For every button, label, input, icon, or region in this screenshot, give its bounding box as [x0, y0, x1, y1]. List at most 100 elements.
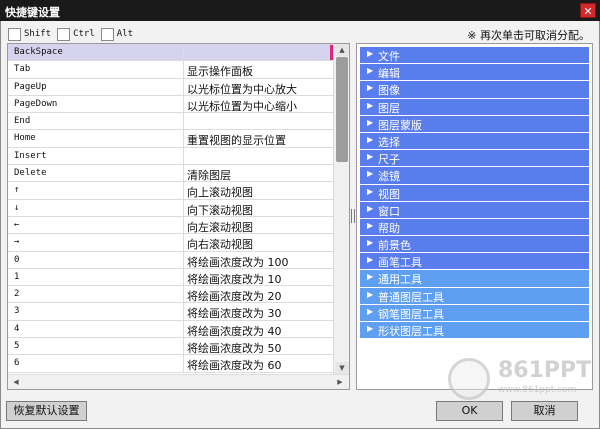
table-row[interactable]: BackSpace [8, 44, 334, 62]
shortcut-action: 将绘画浓度改为 50 [187, 342, 282, 356]
table-row[interactable]: 2 将绘画浓度改为 20 [8, 286, 334, 304]
cancel-button[interactable]: 取消 [511, 401, 578, 421]
shortcut-action: 将绘画浓度改为 10 [187, 272, 282, 286]
ctrl-checkbox[interactable] [57, 27, 71, 41]
table-row[interactable]: 1 将绘画浓度改为 10 [8, 268, 334, 287]
command-group-label: 画笔工具 [378, 256, 422, 270]
table-row[interactable]: ↑ 向上滚动视图 [8, 182, 334, 200]
command-group-item[interactable]: ▶ 钢笔图层工具 [360, 304, 589, 321]
watermark-logo-icon [448, 358, 490, 400]
command-group-item[interactable]: ▶ 图层蒙版 [360, 115, 589, 132]
shortcut-key: Tab [14, 64, 31, 75]
modifier-checkboxes: Shift Ctrl Alt [8, 27, 139, 41]
unassign-hint: ※ 再次单击可取消分配。 [467, 29, 590, 42]
command-group-item[interactable]: ▶ 形状图层工具 [360, 322, 589, 339]
horizontal-scrollbar[interactable]: ◀ ▶ [8, 374, 349, 389]
column-divider [183, 251, 184, 268]
table-row[interactable]: PageDown 以光标位置为中心缩小 [8, 95, 334, 114]
command-group-item[interactable]: ▶ 视图 [360, 184, 589, 201]
command-group-item[interactable]: ▶ 帮助 [360, 218, 589, 236]
expand-arrow-icon: ▶ [367, 306, 374, 316]
command-group-item[interactable]: ▶ 前景色 [360, 236, 589, 253]
shortcut-table: BackSpace Tab 显示操作面板 PageUp 以光标位置为中心放大 PageDo… [7, 43, 350, 390]
watermark-url: www.861ppt.com [498, 385, 577, 395]
command-group-item[interactable]: ▶ 图像 [360, 81, 589, 98]
shortcut-key: Home [14, 133, 36, 144]
expand-arrow-icon: ▶ [367, 49, 374, 58]
shortcut-key: 3 [14, 306, 20, 317]
scroll-right-icon[interactable]: ▶ [333, 376, 347, 388]
shortcut-action: 向上滚动视图 [187, 186, 253, 200]
reset-defaults-button[interactable]: 恢复默认设置 [6, 401, 87, 421]
shortcut-action: 清除图层 [187, 169, 231, 183]
command-group-item[interactable]: ▶ 文件 [360, 47, 589, 64]
table-row[interactable]: PageUp 以光标位置为中心放大 [8, 78, 334, 96]
shortcut-key: 1 [14, 271, 20, 282]
table-row[interactable]: Delete 清除图层 [8, 165, 334, 183]
command-group-label: 文件 [378, 50, 400, 63]
command-group-item[interactable]: ▶ 图层 [360, 98, 589, 115]
column-divider [183, 355, 184, 372]
column-divider [183, 147, 184, 165]
panel-splitter[interactable] [351, 209, 355, 223]
column-divider [183, 320, 184, 338]
expand-arrow-icon: ▶ [367, 134, 374, 144]
column-divider [183, 268, 184, 286]
command-group-item[interactable]: ▶ 窗口 [360, 201, 589, 218]
expand-arrow-icon: ▶ [367, 66, 374, 76]
column-divider [183, 234, 184, 251]
shortcut-action: 将绘画浓度改为 40 [187, 324, 282, 338]
command-group-label: 视图 [378, 187, 400, 201]
table-row[interactable]: End [8, 113, 334, 131]
table-row[interactable]: 3 将绘画浓度改为 30 [8, 303, 334, 321]
command-group-label: 钢笔图层工具 [378, 307, 444, 321]
shortcut-action: 将绘画浓度改为 100 [187, 255, 289, 269]
table-row[interactable]: Insert [8, 147, 334, 166]
command-group-item[interactable]: ▶ 普通图层工具 [360, 287, 589, 304]
table-row[interactable]: ↓ 向下滚动视图 [8, 199, 334, 217]
scroll-down-icon[interactable]: ▼ [335, 362, 349, 374]
scroll-left-icon[interactable]: ◀ [9, 376, 23, 388]
scroll-up-icon[interactable]: ▲ [335, 44, 349, 56]
alt-checkbox[interactable] [100, 27, 114, 41]
shortcut-key: PageDown [14, 98, 58, 109]
shortcut-key: End [14, 116, 31, 127]
command-group-item[interactable]: ▶ 通用工具 [360, 270, 589, 287]
table-row[interactable]: 6 将绘画浓度改为 60 [8, 355, 334, 373]
column-divider [183, 199, 184, 216]
command-group-item[interactable]: ▶ 编辑 [360, 64, 589, 81]
table-row[interactable]: Home 重置视图的显示位置 [8, 130, 334, 148]
window-title: 快捷键设置 [5, 6, 60, 19]
shift-checkbox[interactable] [8, 27, 21, 41]
shift-modifier[interactable]: Shift [8, 27, 51, 41]
command-group-item[interactable]: ▶ 尺子 [360, 150, 589, 167]
vertical-scrollbar[interactable]: ▲ ▼ [333, 44, 349, 374]
watermark: 861PPT www.861ppt.com [448, 358, 593, 400]
command-group-label: 编辑 [378, 67, 400, 81]
command-group-item[interactable]: ▶ 选择 [360, 132, 589, 150]
expand-arrow-icon: ▶ [367, 169, 374, 179]
command-group-item[interactable]: ▶ 画笔工具 [360, 253, 589, 270]
table-row[interactable]: ← 向左滚动视图 [8, 216, 334, 235]
shortcut-key: BackSpace [14, 47, 63, 57]
expand-arrow-icon: ▶ [367, 324, 374, 333]
table-row[interactable]: Tab 显示操作面板 [8, 61, 334, 79]
ok-button[interactable]: OK [436, 401, 503, 421]
table-row[interactable]: 0 将绘画浓度改为 100 [8, 251, 334, 269]
alt-modifier[interactable]: Alt [100, 27, 134, 41]
expand-arrow-icon: ▶ [367, 238, 374, 248]
shortcut-key: 0 [14, 254, 20, 265]
shortcut-action: 向下滚动视图 [187, 203, 253, 217]
shortcut-key: ← [14, 219, 20, 230]
command-group-label: 窗口 [378, 204, 400, 218]
command-group-label: 图层 [378, 101, 400, 115]
close-icon[interactable]: ✕ [580, 3, 596, 18]
alt-label: Alt [116, 29, 134, 39]
command-group-item[interactable]: ▶ 滤镜 [360, 167, 589, 184]
ctrl-modifier[interactable]: Ctrl [57, 27, 95, 41]
table-row[interactable]: 5 将绘画浓度改为 50 [8, 338, 334, 356]
table-row[interactable]: 4 将绘画浓度改为 40 [8, 320, 334, 339]
shortcut-action: 将绘画浓度改为 20 [187, 290, 282, 304]
table-row[interactable]: → 向右滚动视图 [8, 234, 334, 252]
scroll-thumb[interactable] [336, 57, 348, 162]
